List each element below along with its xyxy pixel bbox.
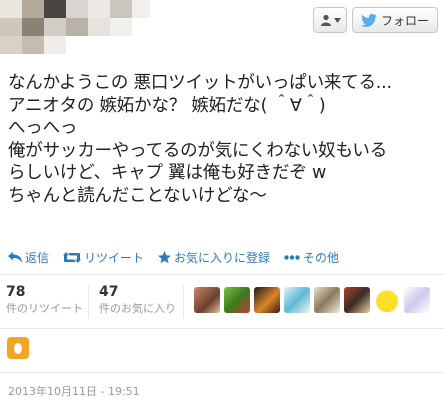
avatar[interactable]: [344, 287, 370, 313]
favorite-stat[interactable]: 47 件のお気に入り: [99, 284, 179, 316]
tweet-line: なんかようこの 悪口ツイットがいっぱい来てる...: [8, 73, 392, 93]
retweet-icon: [63, 252, 82, 263]
favorite-label: お気に入りに登録: [174, 251, 271, 265]
app-logo-shape: [14, 342, 22, 354]
divider: [0, 274, 444, 275]
divider: [0, 328, 444, 329]
user-actions-button[interactable]: [313, 7, 347, 33]
tweet-line: へっへっ: [8, 118, 78, 138]
favorite-count-label: 件のお気に入り: [99, 302, 176, 315]
more-action[interactable]: その他: [284, 249, 339, 266]
source-app-icon[interactable]: [7, 337, 29, 359]
retweet-action[interactable]: リツイート: [63, 249, 144, 266]
more-label: その他: [303, 251, 340, 265]
divider: [88, 285, 89, 319]
avatar[interactable]: [374, 287, 400, 313]
star-icon: [158, 251, 172, 264]
favorite-count: 47: [99, 284, 119, 300]
retweet-count: 78: [6, 284, 26, 300]
avatar[interactable]: [284, 287, 310, 313]
follow-label: フォロー: [380, 13, 429, 28]
favoriter-avatars: [194, 287, 430, 313]
more-dots-icon: [284, 255, 300, 260]
retweet-count-label: 件のリツイート: [6, 302, 83, 315]
retweet-stat[interactable]: 78 件のリツイート: [6, 284, 86, 316]
twitter-bird-icon: [360, 13, 377, 27]
tweet-line: 俺がサッカーやってるのが気にくわない奴もいる: [8, 140, 388, 161]
reply-label: 返信: [25, 251, 50, 265]
divider: [183, 285, 184, 319]
reply-action[interactable]: 返信: [8, 249, 49, 266]
reply-icon: [8, 252, 22, 263]
follow-button[interactable]: フォロー: [352, 7, 438, 33]
avatar[interactable]: [224, 287, 250, 313]
retweet-label: リツイート: [84, 251, 145, 265]
tweet-line: アニオタの 嫉妬かな？ 嫉妬だな( ＾∀＾): [8, 95, 326, 116]
avatar[interactable]: [254, 287, 280, 313]
avatar[interactable]: [404, 287, 430, 313]
tweet-line: らしいけど、キャプ 翼は俺も好きだぞ w: [8, 163, 327, 183]
avatar[interactable]: [314, 287, 340, 313]
avatar[interactable]: [194, 287, 220, 313]
chevron-down-icon: [333, 17, 341, 23]
favorite-action[interactable]: お気に入りに登録: [158, 249, 270, 266]
user-icon: [320, 14, 331, 26]
blurred-avatar: [0, 0, 150, 54]
tweet-text: なんかようこの 悪口ツイットがいっぱい来てる... アニオタの 嫉妬かな？ 嫉妬…: [8, 72, 438, 207]
tweet-timestamp[interactable]: 2013年10月11日 - 19:51: [8, 383, 140, 399]
divider: [0, 372, 444, 373]
tweet-actions: 返信 リツイート お気に入りに登録 その他: [8, 249, 339, 266]
tweet-line: ちゃんと読んだことないけどな～: [8, 185, 267, 206]
